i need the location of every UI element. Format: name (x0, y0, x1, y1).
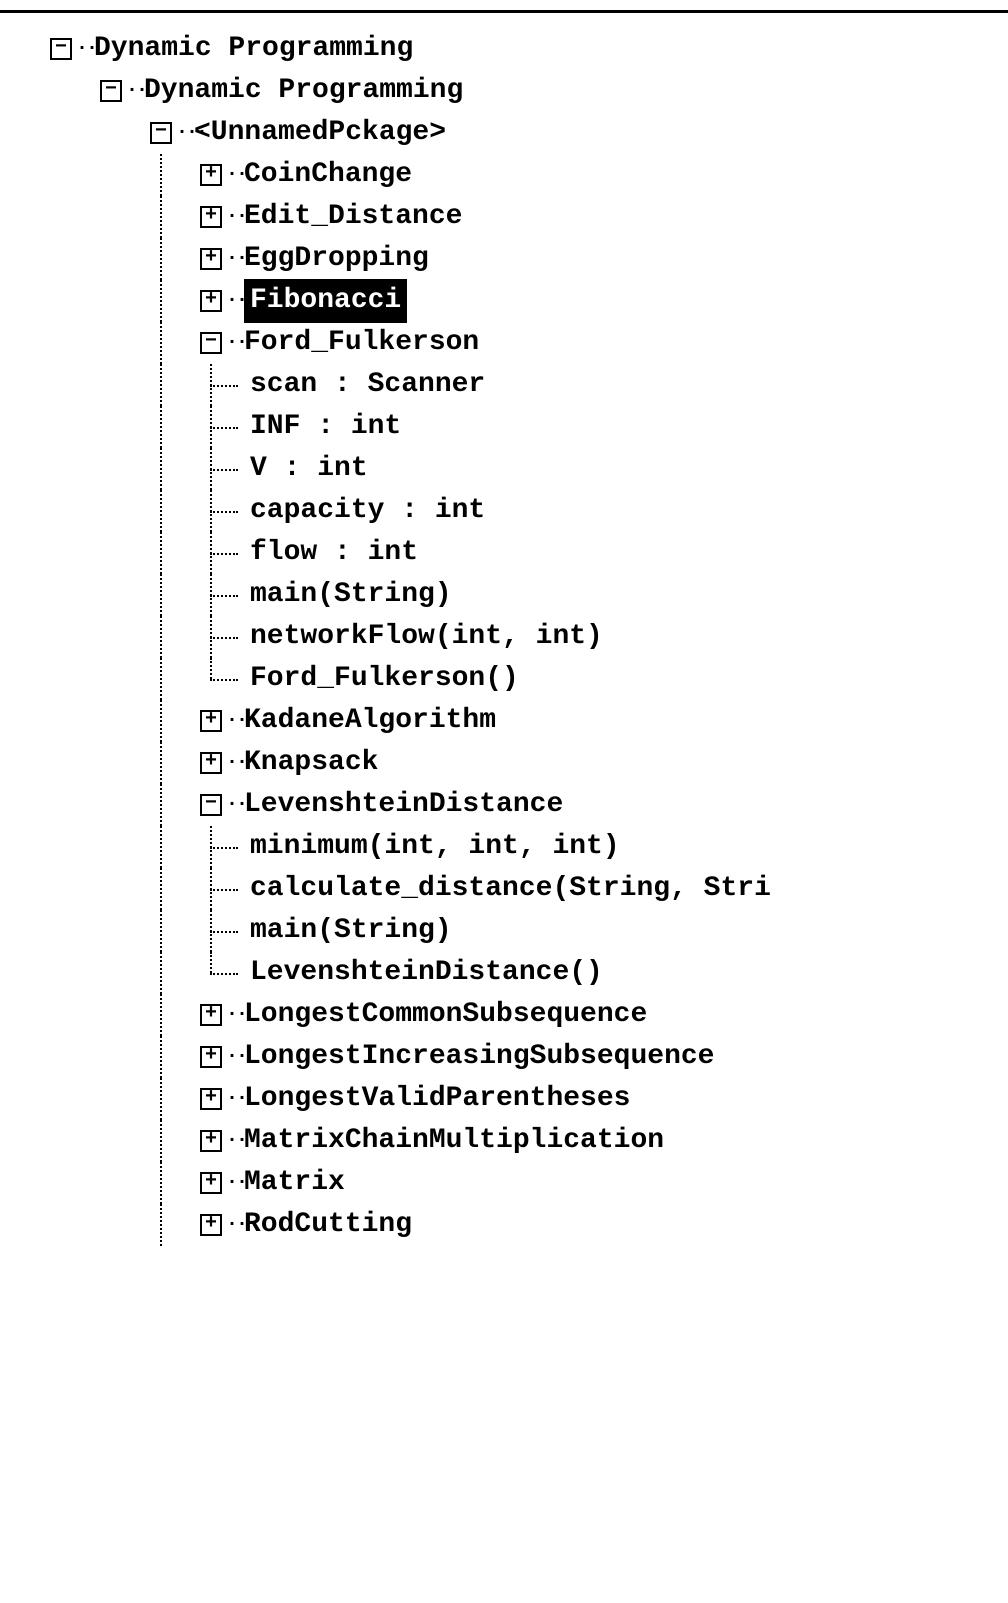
leaf-label: minimum(int, int, int) (250, 826, 620, 868)
leaf-label: LevenshteinDistance() (250, 952, 603, 994)
connector-dots: ·· (226, 328, 244, 358)
leaf-label: networkFlow(int, int) (250, 616, 603, 658)
node-label: LevenshteinDistance (244, 784, 563, 826)
leaf-label: capacity : int (250, 490, 485, 532)
connector-dots: ·· (226, 1126, 244, 1156)
expand-icon[interactable]: + (200, 1214, 222, 1236)
node-label: Ford_Fulkerson (244, 322, 479, 364)
tree-node-ford-fulkerson[interactable]: − ·· Ford_Fulkerson (0, 322, 1008, 364)
node-label: LongestCommonSubsequence (244, 994, 647, 1036)
collapse-icon[interactable]: − (150, 122, 172, 144)
collapse-icon[interactable]: − (100, 80, 122, 102)
node-label: LongestValidParentheses (244, 1078, 630, 1120)
tree-node-lcs[interactable]: + ·· LongestCommonSubsequence (0, 994, 1008, 1036)
node-label: Matrix (244, 1162, 345, 1204)
connector-dots: ·· (226, 1042, 244, 1072)
expand-icon[interactable]: + (200, 248, 222, 270)
tree-leaf-scan[interactable]: scan : Scanner (0, 364, 1008, 406)
node-label: Edit_Distance (244, 196, 462, 238)
expand-icon[interactable]: + (200, 1088, 222, 1110)
tree-leaf-v[interactable]: V : int (0, 448, 1008, 490)
expand-icon[interactable]: + (200, 1046, 222, 1068)
tree-node-rodcutting[interactable]: + ·· RodCutting (0, 1204, 1008, 1246)
tree-node-package[interactable]: − ··· <UnnamedPckage> (0, 112, 1008, 154)
tree-leaf-lev-constructor[interactable]: LevenshteinDistance() (0, 952, 1008, 994)
connector-dots: ·· (226, 1210, 244, 1240)
leaf-label: INF : int (250, 406, 401, 448)
node-label: <UnnamedPckage> (194, 112, 446, 154)
expand-icon[interactable]: + (200, 752, 222, 774)
leaf-label: Ford_Fulkerson() (250, 658, 519, 700)
node-label: Dynamic Programming (94, 28, 413, 70)
tree-node-coinchange[interactable]: + ·· CoinChange (0, 154, 1008, 196)
expand-icon[interactable]: + (200, 710, 222, 732)
connector-dots: ··· (176, 118, 194, 148)
tree-node-knapsack[interactable]: + ·· Knapsack (0, 742, 1008, 784)
expand-icon[interactable]: + (200, 1004, 222, 1026)
connector-dots: ·· (226, 1168, 244, 1198)
collapse-icon[interactable]: − (200, 794, 222, 816)
connector-dots: ·· (226, 790, 244, 820)
leaf-label: main(String) (250, 910, 452, 952)
tree-leaf-inf[interactable]: INF : int (0, 406, 1008, 448)
tree-node-eggdropping[interactable]: + ·· EggDropping (0, 238, 1008, 280)
node-label: KadaneAlgorithm (244, 700, 496, 742)
connector-dots: ·· (226, 286, 244, 316)
tree-node-level1[interactable]: − ·· Dynamic Programming (0, 70, 1008, 112)
leaf-label: flow : int (250, 532, 418, 574)
tree-node-lvp[interactable]: + ·· LongestValidParentheses (0, 1078, 1008, 1120)
connector-dots: ·· (226, 706, 244, 736)
tree-node-levenshtein[interactable]: − ·· LevenshteinDistance (0, 784, 1008, 826)
tree-leaf-networkflow[interactable]: networkFlow(int, int) (0, 616, 1008, 658)
connector-dots: ·· (226, 202, 244, 232)
leaf-label: calculate_distance(String, Stri (250, 868, 771, 910)
leaf-label: main(String) (250, 574, 452, 616)
expand-icon[interactable]: + (200, 206, 222, 228)
connector-dots: ·· (76, 34, 94, 64)
collapse-icon[interactable]: − (200, 332, 222, 354)
tree-view: − ·· Dynamic Programming − ·· Dynamic Pr… (0, 28, 1008, 1246)
node-label: Knapsack (244, 742, 378, 784)
expand-icon[interactable]: + (200, 164, 222, 186)
tree-node-fibonacci[interactable]: + ·· Fibonacci (0, 280, 1008, 322)
node-label: Dynamic Programming (144, 70, 463, 112)
tree-leaf-ford-constructor[interactable]: Ford_Fulkerson() (0, 658, 1008, 700)
connector-dots: ·· (226, 244, 244, 274)
tree-node-kadane[interactable]: + ·· KadaneAlgorithm (0, 700, 1008, 742)
connector-dots: ·· (226, 160, 244, 190)
leaf-label: scan : Scanner (250, 364, 485, 406)
tree-leaf-lev-main[interactable]: main(String) (0, 910, 1008, 952)
tree-node-root[interactable]: − ·· Dynamic Programming (0, 28, 1008, 70)
node-label: EggDropping (244, 238, 429, 280)
connector-dots: ·· (226, 748, 244, 778)
tree-node-edit-distance[interactable]: + ·· Edit_Distance (0, 196, 1008, 238)
expand-icon[interactable]: + (200, 290, 222, 312)
tree-node-lis[interactable]: + ·· LongestIncreasingSubsequence (0, 1036, 1008, 1078)
top-divider (0, 10, 1008, 13)
tree-leaf-minimum[interactable]: minimum(int, int, int) (0, 826, 1008, 868)
tree-leaf-capacity[interactable]: capacity : int (0, 490, 1008, 532)
node-label: LongestIncreasingSubsequence (244, 1036, 714, 1078)
tree-leaf-calculate[interactable]: calculate_distance(String, Stri (0, 868, 1008, 910)
node-label: CoinChange (244, 154, 412, 196)
expand-icon[interactable]: + (200, 1130, 222, 1152)
node-label: RodCutting (244, 1204, 412, 1246)
node-label: MatrixChainMultiplication (244, 1120, 664, 1162)
leaf-label: V : int (250, 448, 368, 490)
connector-dots: ·· (226, 1084, 244, 1114)
collapse-icon[interactable]: − (50, 38, 72, 60)
tree-node-mcm[interactable]: + ·· MatrixChainMultiplication (0, 1120, 1008, 1162)
tree-leaf-main[interactable]: main(String) (0, 574, 1008, 616)
connector-dots: ·· (126, 76, 144, 106)
connector-dots: ·· (226, 1000, 244, 1030)
tree-leaf-flow[interactable]: flow : int (0, 532, 1008, 574)
node-label-selected: Fibonacci (244, 279, 407, 323)
tree-node-matrix[interactable]: + ·· Matrix (0, 1162, 1008, 1204)
expand-icon[interactable]: + (200, 1172, 222, 1194)
